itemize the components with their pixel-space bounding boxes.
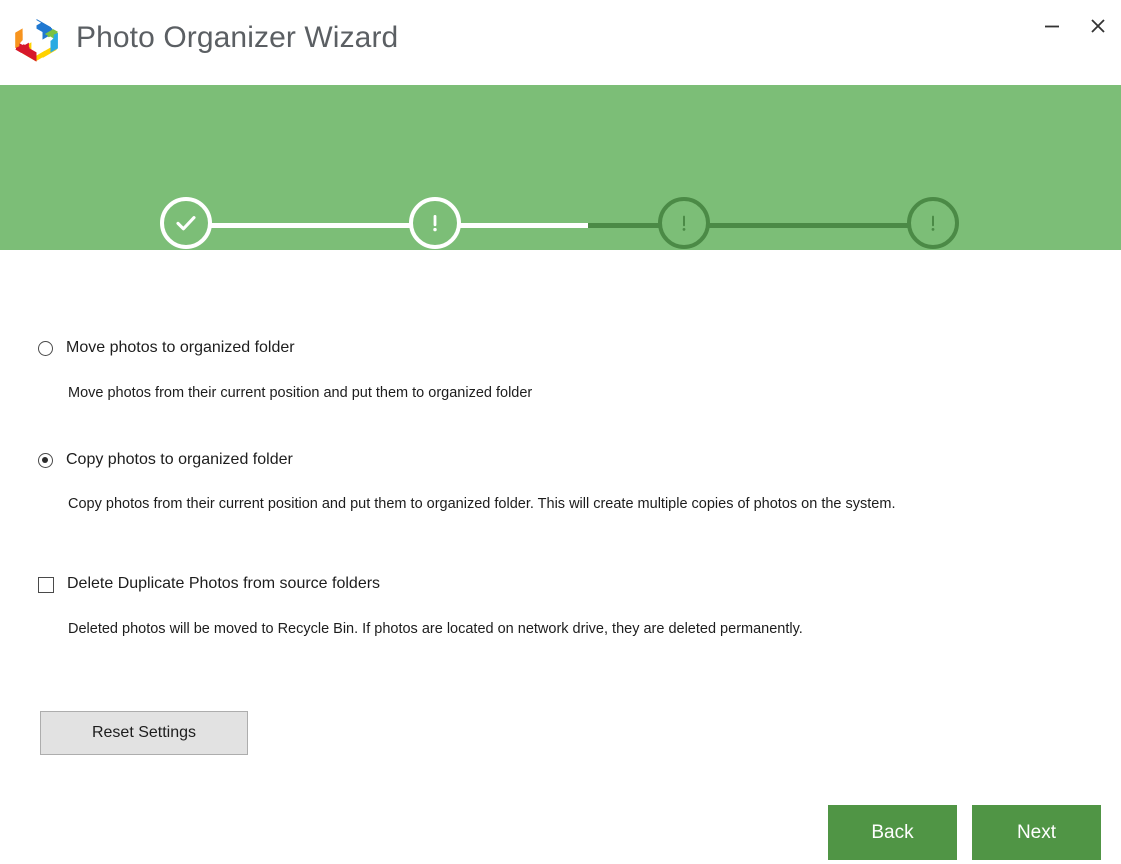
radio-move-photos[interactable]: Move photos to organized folder	[38, 338, 295, 358]
stepper-step-import-photos[interactable]: Import Photos	[604, 197, 764, 250]
page-title: Photo Organizer Wizard	[76, 21, 399, 54]
close-button[interactable]	[1075, 3, 1121, 49]
checkbox-delete-duplicates[interactable]: Delete Duplicate Photos from source fold…	[38, 574, 380, 594]
back-button[interactable]: Back	[828, 805, 957, 860]
check-icon	[171, 208, 201, 238]
radio-button-unselected[interactable]	[38, 341, 53, 356]
step-circle-pending	[907, 197, 959, 249]
radio-button-selected[interactable]	[38, 453, 53, 468]
radio-copy-photos-label: Copy photos to organized folder	[66, 451, 293, 468]
step-circle-current	[409, 197, 461, 249]
next-button[interactable]: Next	[972, 805, 1101, 860]
checkbox-delete-duplicates-description: Deleted photos will be moved to Recycle …	[68, 621, 803, 637]
radio-move-photos-label: Move photos to organized folder	[66, 339, 295, 356]
checkbox-unchecked[interactable]	[38, 577, 54, 593]
step-circle-pending	[658, 197, 710, 249]
minimize-button[interactable]	[1029, 3, 1075, 49]
title-bar: Photo Organizer Wizard	[0, 0, 1121, 85]
exclamation-icon	[671, 210, 697, 236]
stepper-step-organize-photos[interactable]: Organize Photos	[853, 197, 1013, 250]
step-circle-completed	[160, 197, 212, 249]
exclamation-icon	[422, 210, 448, 236]
window-controls	[1029, 0, 1121, 52]
wizard-stepper: Select Location Organize Settings	[0, 85, 1121, 250]
stepper-step-organize-settings[interactable]: Organize Settings	[355, 197, 515, 250]
radio-move-photos-description: Move photos from their current position …	[68, 385, 533, 401]
reset-settings-button[interactable]: Reset Settings	[40, 711, 248, 755]
stepper-step-select-location[interactable]: Select Location	[106, 197, 266, 250]
radio-copy-photos-description: Copy photos from their current position …	[68, 496, 896, 512]
photo-organizer-logo-icon	[13, 17, 60, 64]
checkbox-delete-duplicates-label: Delete Duplicate Photos from source fold…	[67, 575, 381, 592]
exclamation-icon	[920, 210, 946, 236]
radio-copy-photos[interactable]: Copy photos to organized folder	[38, 450, 293, 470]
